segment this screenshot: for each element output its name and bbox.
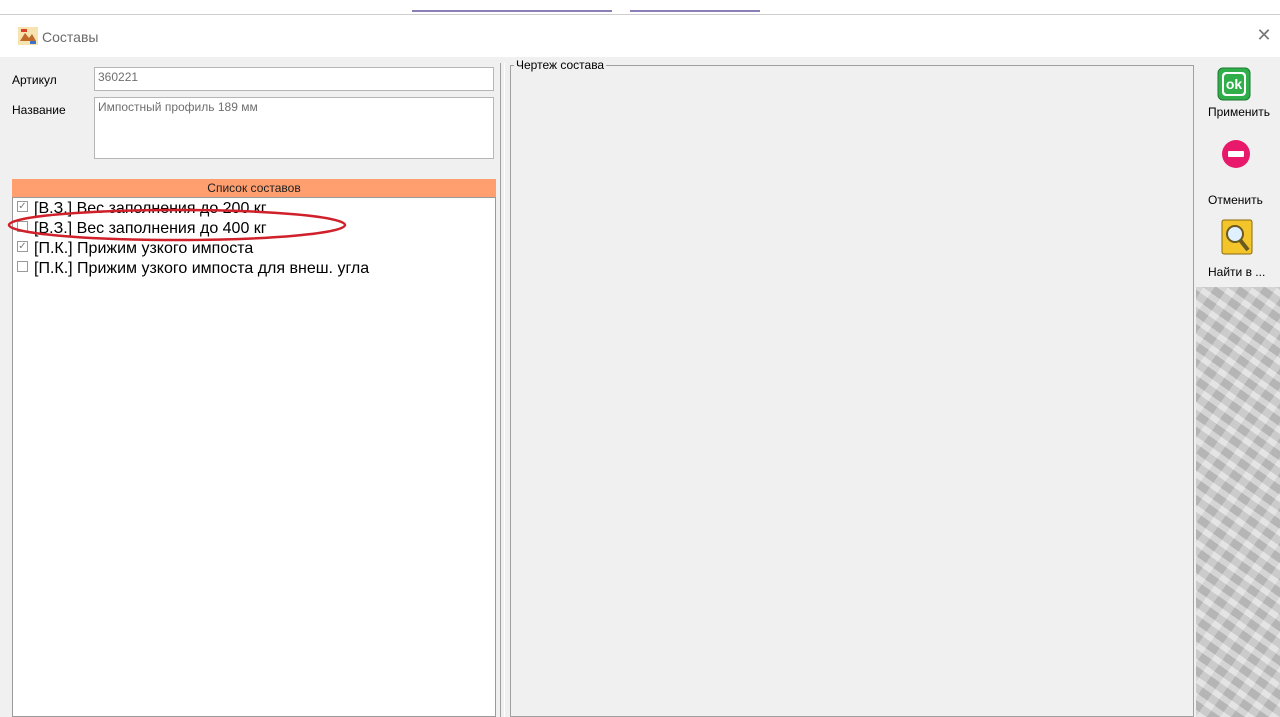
title-bar: Составы ✕ [0,15,1280,57]
find-button[interactable]: Найти в ... [1196,217,1280,279]
article-field[interactable]: 360221 [94,67,494,91]
name-label: Название [12,103,66,117]
splitter[interactable] [500,63,505,717]
drawing-area [510,65,1194,717]
find-label: Найти в ... [1208,265,1266,279]
no-entry-icon [1222,140,1250,168]
apply-label: Применить [1208,105,1271,119]
app-icon [18,27,38,45]
cancel-label: Отменить [1208,193,1263,207]
magnifier-icon [1221,219,1253,255]
list-header: Список составов [12,179,496,197]
cancel-button[interactable]: Отменить [1196,137,1280,207]
window-title: Составы [42,29,99,45]
background-mark [412,10,612,12]
svg-text:ok: ok [1226,76,1243,92]
annotation-ellipse [7,208,347,242]
compositions-window: Составы ✕ Артикул 360221 Название Импост… [0,14,1280,717]
background-mark [630,10,760,12]
left-panel: Артикул 360221 Название Импостный профил… [7,63,496,717]
list-item-label: [П.К.] Прижим узкого импоста для внеш. у… [34,260,370,277]
background-strip [0,0,1280,14]
ok-icon: ok [1217,67,1251,101]
compositions-list[interactable]: ✓ [В.З.] Вес заполнения до 200 кг [В.З.] … [7,197,496,717]
apply-button[interactable]: ok Применить [1196,67,1280,119]
article-label: Артикул [12,73,57,87]
right-toolbar: ok Применить Отменить Найти в ... [1196,57,1280,717]
list-item[interactable]: [П.К.] Прижим узкого импоста для внеш. у… [17,260,369,278]
drawing-title: Чертеж состава [514,58,607,72]
close-icon[interactable]: ✕ [1254,24,1274,46]
name-field[interactable]: Импостный профиль 189 мм [94,97,494,159]
checkbox[interactable] [17,261,28,273]
